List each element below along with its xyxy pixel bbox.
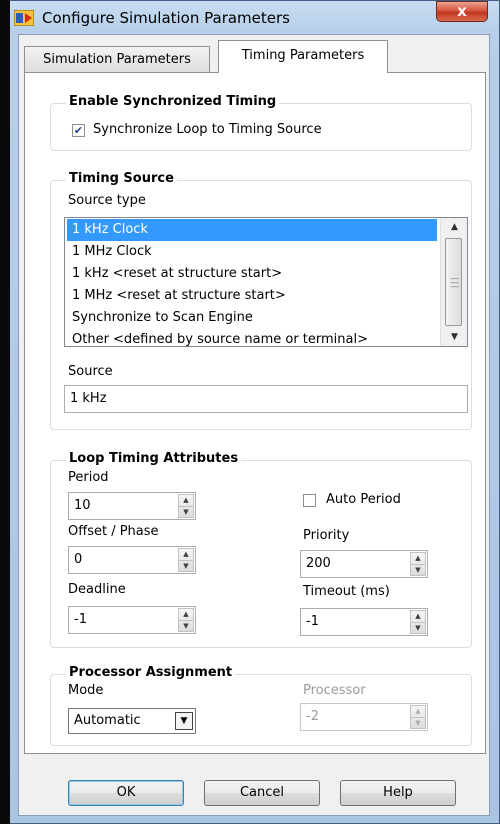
processor-legend: Processor Assignment bbox=[66, 665, 236, 680]
checkmark-icon: ✔ bbox=[73, 124, 84, 137]
deadline-value: -1 bbox=[74, 612, 87, 627]
spinner-arrows-icon: ▲ ▼ bbox=[410, 705, 426, 729]
auto-period-label[interactable]: Auto Period bbox=[326, 492, 401, 507]
list-item[interactable]: Synchronize to Scan Engine bbox=[67, 307, 437, 329]
spinner-arrows-icon[interactable]: ▲ ▼ bbox=[178, 548, 194, 572]
list-item[interactable]: 1 MHz Clock bbox=[67, 241, 437, 263]
mode-dropdown[interactable]: Automatic ▼ bbox=[68, 708, 196, 734]
spinner-arrows-icon[interactable]: ▲ ▼ bbox=[410, 610, 426, 634]
timeout-field[interactable]: -1 ▲ ▼ bbox=[300, 608, 428, 636]
offset-field[interactable]: 0 ▲ ▼ bbox=[68, 546, 196, 574]
period-field[interactable]: 10 ▲ ▼ bbox=[68, 492, 196, 520]
priority-label: Priority bbox=[303, 528, 350, 543]
auto-period-checkbox[interactable] bbox=[303, 494, 316, 507]
deadline-field[interactable]: -1 ▲ ▼ bbox=[68, 606, 196, 634]
list-item[interactable]: Other <defined by source name or termina… bbox=[67, 329, 437, 346]
timeout-label: Timeout (ms) bbox=[303, 584, 390, 599]
scroll-down-icon[interactable]: ▼ bbox=[441, 328, 467, 346]
close-icon[interactable]: x bbox=[436, 1, 488, 22]
source-type-label: Source type bbox=[68, 193, 146, 208]
scrollbar-thumb[interactable]: — — — bbox=[445, 238, 462, 326]
ok-button[interactable]: OK bbox=[68, 780, 184, 806]
sync-timing-legend: Enable Synchronized Timing bbox=[66, 94, 280, 109]
processor-label: Processor bbox=[303, 683, 366, 698]
spinner-arrows-icon[interactable]: ▲ ▼ bbox=[178, 494, 194, 518]
period-value: 10 bbox=[74, 498, 91, 513]
tab-simulation-parameters[interactable]: Simulation Parameters bbox=[24, 46, 210, 72]
priority-value: 200 bbox=[306, 556, 331, 571]
cancel-button[interactable]: Cancel bbox=[204, 780, 320, 806]
list-item[interactable]: 1 MHz <reset at structure start> bbox=[67, 285, 437, 307]
period-label: Period bbox=[68, 470, 109, 485]
processor-value: -2 bbox=[306, 709, 319, 724]
timing-source-legend: Timing Source bbox=[66, 171, 177, 186]
source-type-listbox[interactable]: 1 kHz Clock 1 MHz Clock 1 kHz <reset at … bbox=[64, 217, 468, 347]
priority-field[interactable]: 200 ▲ ▼ bbox=[300, 550, 428, 578]
tab-timing-parameters[interactable]: Timing Parameters bbox=[218, 40, 388, 73]
listbox-scrollbar[interactable]: ▲ — — — ▼ bbox=[440, 218, 467, 346]
help-button[interactable]: Help bbox=[340, 780, 456, 806]
source-input[interactable]: 1 kHz bbox=[64, 385, 468, 413]
loop-timing-legend: Loop Timing Attributes bbox=[66, 451, 242, 466]
spinner-arrows-icon[interactable]: ▲ ▼ bbox=[410, 552, 426, 576]
deadline-label: Deadline bbox=[68, 582, 126, 597]
mode-label: Mode bbox=[68, 683, 104, 698]
mode-value: Automatic bbox=[74, 713, 141, 728]
labview-vi-icon bbox=[13, 9, 35, 27]
spinner-arrows-icon[interactable]: ▲ ▼ bbox=[178, 608, 194, 632]
chevron-down-icon[interactable]: ▼ bbox=[175, 712, 193, 730]
sync-loop-label[interactable]: Synchronize Loop to Timing Source bbox=[93, 122, 322, 137]
window-title: Configure Simulation Parameters bbox=[42, 9, 290, 27]
offset-label: Offset / Phase bbox=[68, 524, 159, 539]
list-item[interactable]: 1 kHz <reset at structure start> bbox=[67, 263, 437, 285]
background-strip bbox=[0, 0, 10, 824]
offset-value: 0 bbox=[74, 552, 83, 567]
source-label: Source bbox=[68, 364, 113, 379]
sync-loop-checkbox[interactable]: ✔ bbox=[72, 124, 85, 137]
list-item[interactable]: 1 kHz Clock bbox=[67, 219, 437, 241]
grip-icon: — — — bbox=[450, 274, 459, 292]
processor-field: -2 ▲ ▼ bbox=[300, 703, 428, 731]
scroll-up-icon[interactable]: ▲ bbox=[441, 218, 467, 236]
timeout-value: -1 bbox=[306, 614, 319, 629]
